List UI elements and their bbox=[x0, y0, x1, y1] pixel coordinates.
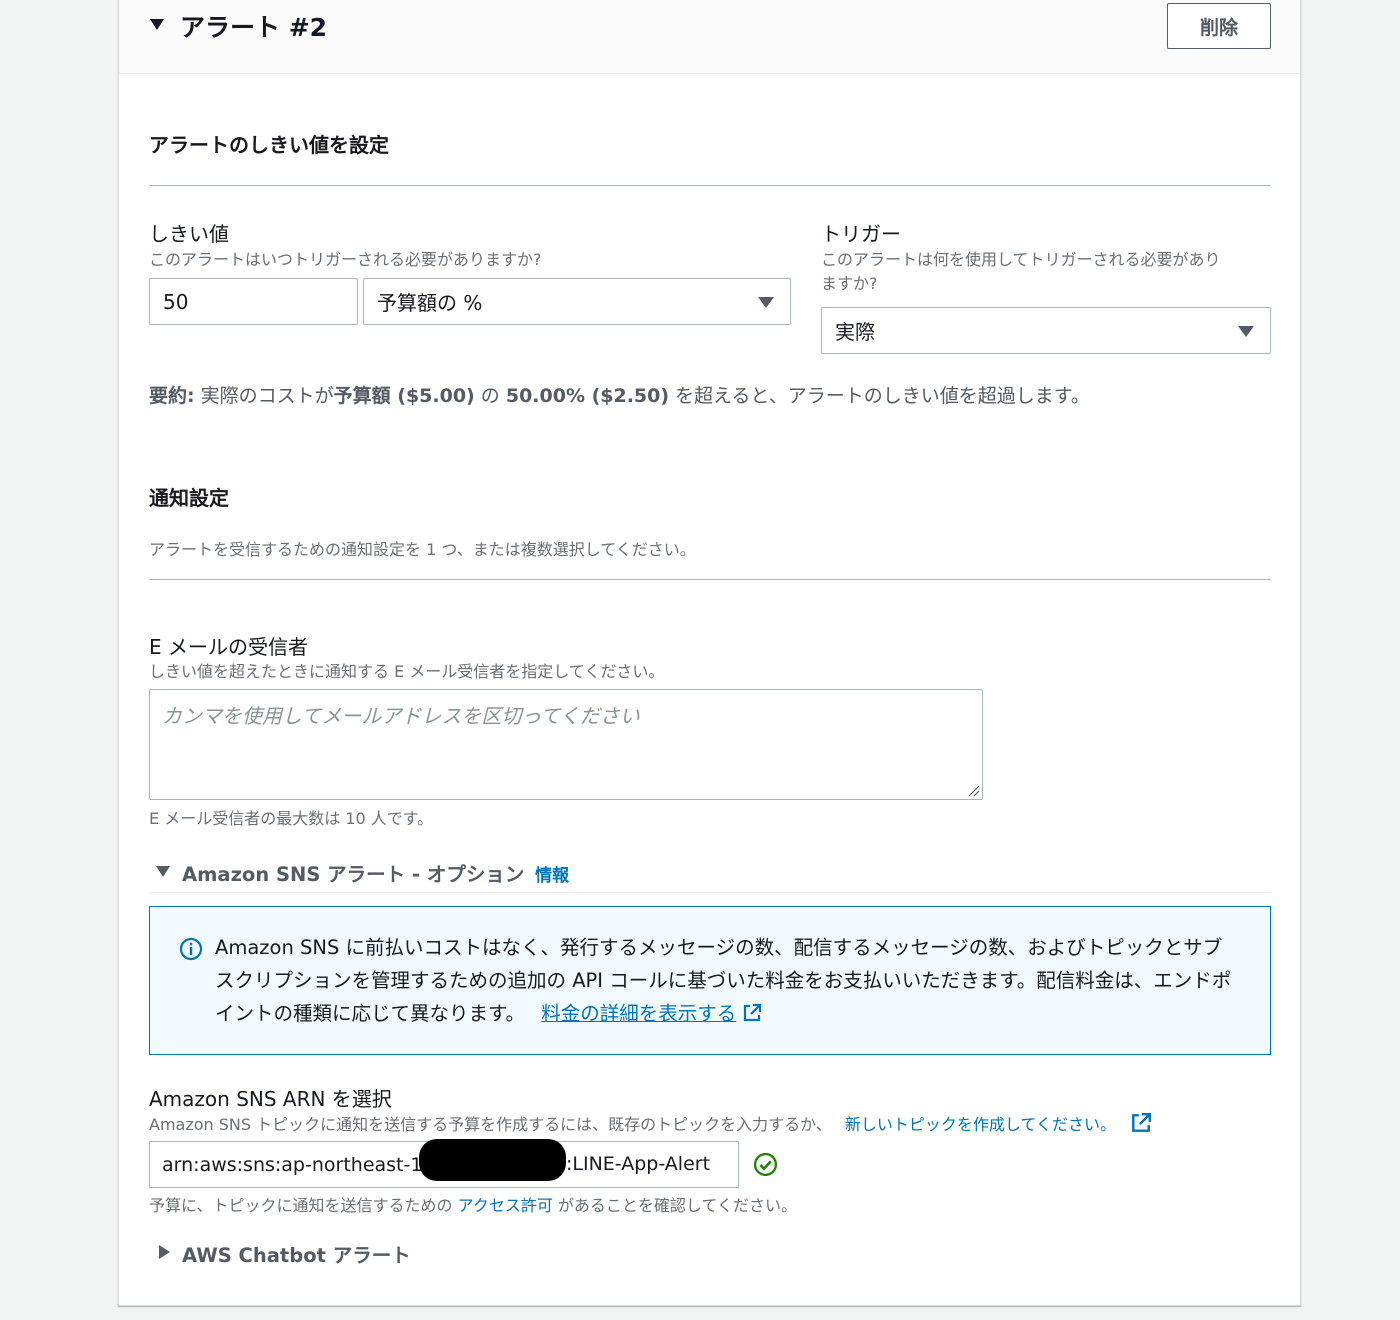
trigger-description-line1: このアラートは何を使用してトリガーされる必要があり bbox=[821, 250, 1221, 269]
threshold-unit-selected: 予算額の % bbox=[377, 291, 483, 315]
sns-expander[interactable]: Amazon SNS アラート - オプション 情報 bbox=[182, 858, 569, 887]
create-topic-link[interactable]: 新しいトピックを作成してください。 bbox=[844, 1112, 1152, 1134]
sns-arn-description: Amazon SNS トピックに通知を送信する予算を作成するには、既存のトピック… bbox=[149, 1112, 1152, 1137]
notification-section-heading: 通知設定 bbox=[149, 486, 229, 510]
pricing-details-link[interactable]: 料金の詳細を表示する bbox=[541, 1002, 762, 1025]
sns-info-link[interactable]: 情報 bbox=[535, 866, 569, 886]
trigger-label: トリガー bbox=[821, 222, 901, 246]
info-icon bbox=[179, 937, 203, 961]
section-divider bbox=[149, 579, 1271, 580]
sns-arn-description-text: Amazon SNS トピックに通知を送信する予算を作成するには、既存のトピック… bbox=[149, 1115, 832, 1134]
summary-percent: 50.00% ($2.50) bbox=[505, 385, 670, 407]
sns-arn-label: Amazon SNS ARN を選択 bbox=[149, 1087, 392, 1111]
summary-text-1: 実際のコストが bbox=[194, 385, 334, 407]
check-circle-icon bbox=[753, 1152, 778, 1177]
email-description: しきい値を超えたときに通知する E メール受信者を指定してください。 bbox=[149, 662, 665, 681]
access-note-suffix: があることを確認してください。 bbox=[557, 1196, 797, 1215]
chatbot-expand-caret-icon[interactable] bbox=[159, 1245, 170, 1259]
collapse-caret-icon[interactable] bbox=[150, 19, 164, 30]
expander-divider bbox=[149, 892, 1271, 893]
notification-description: アラートを受信するための通知設定を 1 つ、または複数選択してください。 bbox=[149, 540, 696, 559]
trigger-description-line2: ますか? bbox=[821, 274, 878, 293]
access-note-prefix: 予算に、トピックに通知を送信するための bbox=[149, 1196, 453, 1215]
summary-budget: 予算額 ($5.00) bbox=[333, 385, 475, 407]
threshold-description: このアラートはいつトリガーされる必要がありますか? bbox=[149, 250, 542, 269]
trigger-select[interactable]: 実際 bbox=[821, 307, 1271, 354]
summary-text-3: を超えると、アラートのしきい値を超過します。 bbox=[669, 385, 1090, 407]
sns-info-text: Amazon SNS に前払いコストはなく、発行するメッセージの数、配信するメッ… bbox=[215, 931, 1235, 1030]
threshold-section-heading: アラートのしきい値を設定 bbox=[149, 133, 389, 157]
sns-expander-label: Amazon SNS アラート - オプション bbox=[182, 863, 525, 886]
threshold-unit-select[interactable]: 予算額の % bbox=[363, 278, 791, 325]
summary-prefix: 要約: bbox=[149, 385, 195, 407]
sns-expand-caret-icon[interactable] bbox=[156, 866, 170, 877]
chevron-down-icon bbox=[758, 296, 774, 308]
threshold-summary: 要約: 実際のコストが予算額 ($5.00) の 50.00% ($2.50) … bbox=[149, 381, 1090, 408]
trigger-selected: 実際 bbox=[835, 320, 875, 344]
threshold-label: しきい値 bbox=[149, 222, 229, 246]
external-link-icon bbox=[1132, 1112, 1151, 1132]
summary-text-2: の bbox=[474, 385, 506, 407]
email-placeholder: カンマを使用してメールアドレスを区切ってください bbox=[162, 704, 640, 728]
email-recipients-textarea[interactable]: カンマを使用してメールアドレスを区切ってください bbox=[149, 689, 983, 800]
redaction-mask bbox=[419, 1139, 566, 1181]
chatbot-expander-label[interactable]: AWS Chatbot アラート bbox=[182, 1239, 411, 1268]
alert-title: アラート #2 bbox=[180, 13, 328, 42]
resize-handle-icon[interactable] bbox=[966, 783, 980, 797]
access-permission-note: 予算に、トピックに通知を送信するための アクセス許可 があることを確認してくださ… bbox=[149, 1194, 797, 1218]
email-label: E メールの受信者 bbox=[149, 635, 308, 659]
chevron-down-icon bbox=[1238, 325, 1254, 337]
access-permission-link[interactable]: アクセス許可 bbox=[458, 1196, 553, 1215]
sns-arn-prefix: arn:aws:sns:ap-northeast-1: bbox=[162, 1153, 429, 1176]
pricing-details-link-label: 料金の詳細を表示する bbox=[541, 1002, 737, 1025]
threshold-value-input[interactable]: 50 bbox=[149, 278, 358, 325]
sns-info-alert: Amazon SNS に前払いコストはなく、発行するメッセージの数、配信するメッ… bbox=[149, 906, 1271, 1055]
external-link-icon bbox=[744, 1003, 762, 1022]
email-constraint: E メール受信者の最大数は 10 人です。 bbox=[149, 809, 434, 828]
delete-button[interactable]: 削除 bbox=[1167, 3, 1271, 49]
create-topic-link-label: 新しいトピックを作成してください。 bbox=[844, 1115, 1116, 1134]
section-divider bbox=[149, 185, 1271, 186]
sns-arn-suffix: :LINE-App-Alert bbox=[566, 1153, 711, 1175]
